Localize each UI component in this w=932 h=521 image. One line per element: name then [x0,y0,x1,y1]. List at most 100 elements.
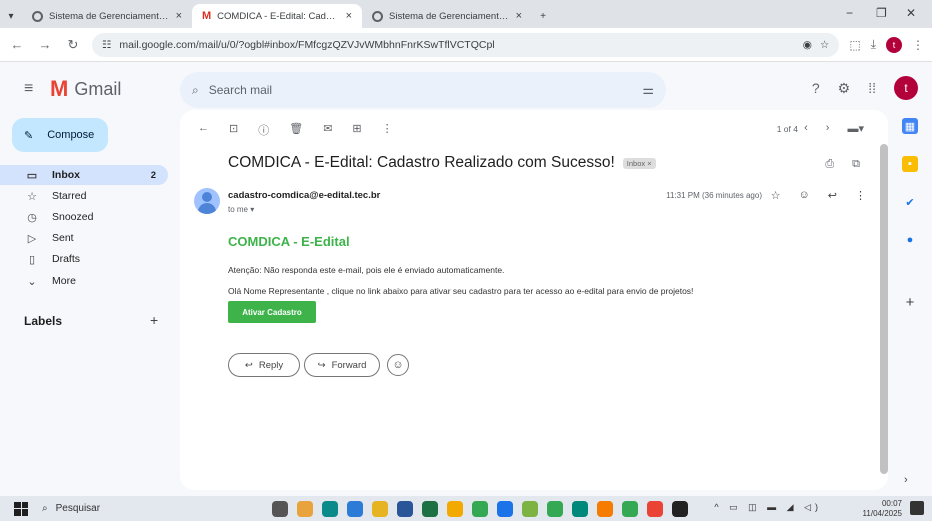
sidebar-item-drafts[interactable]: ▯ Drafts [0,249,168,269]
app-icon[interactable] [447,500,463,517]
browser-tab-2[interactable]: M COMDICA - E-Edital: Cadastro R × [192,4,362,28]
get-addons-icon[interactable]: + [902,294,918,311]
pagination-nav: ‹ › ▬▾ [804,122,864,135]
back-arrow-icon[interactable]: ← [198,122,209,138]
reload-icon[interactable]: ↻ [64,37,82,53]
minimize-icon[interactable]: − [846,6,853,20]
vscode-icon[interactable] [347,500,363,517]
gmail-logo[interactable]: M Gmail [50,76,121,102]
search-input[interactable]: Search mail [209,83,272,97]
contacts-icon[interactable]: ● [902,232,918,248]
download-icon[interactable]: ⤓ [871,37,876,52]
reply-button[interactable]: ↩ Reply [228,353,300,377]
sidebar-item-inbox[interactable]: ▭ Inbox 2 [0,165,168,185]
archive-icon[interactable]: ⊡ [229,122,238,138]
search-bar[interactable]: ⌕ Search mail ⚌ [180,72,666,108]
older-chevron-icon[interactable]: › [826,122,830,135]
keep-icon[interactable]: ▪ [902,156,918,172]
account-avatar[interactable]: t [894,76,918,100]
back-icon[interactable]: ← [8,37,26,52]
scrollbar[interactable] [880,144,888,474]
clock-date: 11/04/2025 [862,509,902,518]
more-kebab-icon[interactable]: ⋮ [855,189,866,202]
close-icon[interactable]: × [346,10,352,22]
settings-gear-icon[interactable]: ⚙ [838,80,851,97]
sidebar-item-starred[interactable]: ☆ Starred [0,186,168,206]
sidebar-item-label: Starred [52,190,87,202]
extensions-icon[interactable]: ⬚ [849,38,860,52]
search-icon[interactable]: ⌕ [192,83,199,98]
compose-button[interactable]: ✎ Compose [12,118,108,152]
chrome-icon[interactable] [647,500,663,517]
windows-start-icon[interactable] [14,501,28,516]
calendar-icon[interactable]: ▦ [902,118,918,134]
globe-icon [32,10,43,22]
recipient-toggle[interactable]: to me ▾ [228,205,254,214]
sidebar-item-label: Drafts [52,253,81,265]
delete-icon[interactable]: 🗑 [289,122,303,138]
clock[interactable]: 00:07 11/04/2025 [863,499,902,519]
mark-unread-icon[interactable]: ✉ [323,122,332,138]
bookmark-star-icon[interactable]: ☆ [820,39,829,51]
menu-kebab-icon[interactable]: ⋮ [912,38,924,52]
move-to-icon[interactable]: ⊞ [352,122,361,138]
help-icon[interactable]: ? [812,80,820,96]
search-options-icon[interactable]: ⚌ [642,82,654,98]
sidebar-item-snoozed[interactable]: ◷ Snoozed [0,207,168,227]
edge-icon[interactable] [322,500,338,517]
restore-icon[interactable]: ❐ [876,6,887,20]
tab-search-button[interactable]: ▾ [0,4,22,28]
task-view-icon[interactable] [272,500,288,517]
input-tools-icon[interactable]: ▬▾ [847,122,864,135]
open-new-window-icon[interactable]: ⧉ [852,158,860,171]
more-kebab-icon[interactable]: ⋮ [382,122,393,138]
browser-tab-3[interactable]: Sistema de Gerenciamento de × [362,4,532,28]
app-icon[interactable] [597,500,613,517]
clock-icon: ◷ [27,211,37,224]
word-icon[interactable] [397,500,413,517]
reply-icon[interactable]: ↩ [828,189,837,202]
chrome-icon[interactable] [622,500,638,517]
chrome-icon[interactable] [547,500,563,517]
app-icon[interactable] [297,500,313,517]
apps-grid-icon[interactable]: ⁞⁞ [868,80,876,96]
app-icon[interactable] [522,500,538,517]
print-icon[interactable]: ⎙ [825,158,834,171]
close-icon[interactable]: × [176,10,182,22]
activate-account-button[interactable]: Ativar Cadastro [228,301,316,323]
excel-icon[interactable] [422,500,438,517]
new-tab-button[interactable]: + [532,4,554,28]
site-info-icon[interactable]: ☷ [102,39,111,51]
expand-panel-icon[interactable]: › [904,474,908,486]
gmail-logo-text: Gmail [74,78,122,99]
sidebar-item-sent[interactable]: ▷ Sent [0,228,168,248]
sidebar-item-more[interactable]: ⌄ More [0,271,168,291]
app-icon[interactable] [672,500,688,517]
emoji-reaction-icon[interactable]: ☺ [799,189,810,202]
forward-button[interactable]: ↪ Forward [304,353,380,377]
app-icon[interactable] [497,500,513,517]
star-icon[interactable]: ☆ [771,189,781,202]
inbox-label-tag[interactable]: Inbox × [622,157,656,169]
tasks-icon[interactable]: ✔ [902,194,918,210]
add-label-icon[interactable]: + [150,312,158,328]
newer-chevron-icon[interactable]: ‹ [804,122,808,135]
eye-icon[interactable]: ◉ [803,39,812,51]
file-explorer-icon[interactable] [372,500,388,517]
emoji-react-button[interactable]: ☺ [387,354,409,376]
close-icon[interactable]: × [516,10,522,22]
profile-avatar[interactable]: t [886,36,902,53]
forward-icon[interactable]: → [36,37,54,52]
taskbar-search[interactable]: ⌕ Pesquisar [42,503,202,514]
system-tray-icons[interactable]: ^ ▭ ◫ ▬ ◢ ◁) [714,502,822,513]
address-bar[interactable]: ☷ mail.google.com/mail/u/0/?ogbl#inbox/F… [92,32,840,57]
app-icon[interactable] [572,500,588,517]
page-info: 1 of 4 [776,124,798,134]
browser-tab-1[interactable]: Sistema de Gerenciamento de × [22,4,192,28]
chrome-icon[interactable] [472,500,488,517]
notification-icon[interactable] [910,501,924,515]
report-spam-icon[interactable]: ⓘ [258,122,269,138]
send-icon: ▷ [27,232,37,245]
close-window-icon[interactable]: ✕ [906,6,916,20]
hamburger-menu-icon[interactable]: ≡ [24,80,33,98]
